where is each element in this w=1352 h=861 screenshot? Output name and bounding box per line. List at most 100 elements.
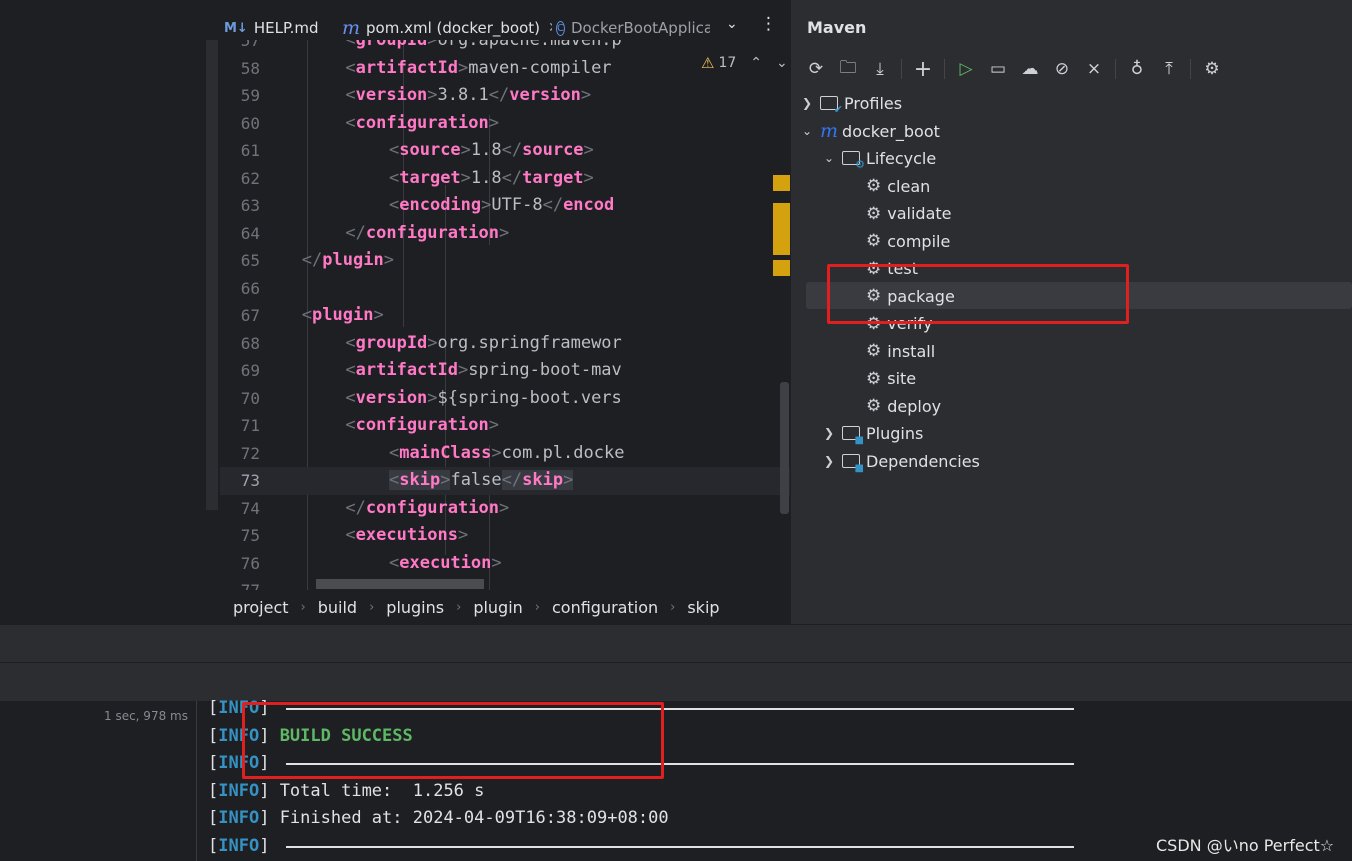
reload-icon[interactable]: ⟳ xyxy=(805,58,827,80)
line-number: 75 xyxy=(240,526,260,545)
breadcrumb-separator-icon: › xyxy=(534,599,540,615)
warning-count: 17 xyxy=(718,55,737,71)
line-number: 59 xyxy=(240,86,260,105)
reload-folder-icon[interactable]: 🗀 xyxy=(837,58,859,80)
tree-item-profiles[interactable]: ❯ Profiles xyxy=(800,90,903,117)
line-number: 63 xyxy=(240,196,260,215)
chevron-down-icon[interactable]: ⌄ xyxy=(800,124,814,138)
tab-label: DockerBootApplica xyxy=(570,19,710,37)
lifecycle-goal-site[interactable]: ⚙ site xyxy=(866,366,916,392)
code-line[interactable]: 71 <configuration> xyxy=(220,412,790,440)
code-line[interactable]: 74 </configuration> xyxy=(220,495,790,523)
tree-item-label: Dependencies xyxy=(866,451,980,471)
chevron-down-icon[interactable]: ⌄ xyxy=(726,16,738,32)
run-icon[interactable]: ▷ xyxy=(955,58,977,80)
lifecycle-goal-compile[interactable]: ⚙ compile xyxy=(866,228,950,254)
line-number: 68 xyxy=(240,333,260,353)
warning-marker[interactable] xyxy=(773,260,790,276)
code-line[interactable]: 64 </configuration> xyxy=(220,220,790,248)
console-divider xyxy=(196,701,197,861)
gear-icon: ⚙ xyxy=(866,176,882,196)
breadcrumb-item[interactable]: plugin xyxy=(469,598,526,617)
add-icon[interactable]: + xyxy=(912,57,934,82)
run-console[interactable]: 1 sec, 978 ms [INFO] [INFO] BUILD SUCCES… xyxy=(0,698,1352,861)
dependencies-folder-icon xyxy=(842,454,864,474)
toolbar-divider xyxy=(1115,59,1116,79)
code-text: <target>1.8</target> xyxy=(389,167,594,188)
lifecycle-folder-icon xyxy=(842,151,865,171)
breadcrumb-separator-icon: › xyxy=(300,599,306,615)
collapse-icon[interactable]: ⨯ xyxy=(1083,58,1105,80)
editor-horizontal-scrollbar[interactable] xyxy=(316,579,484,589)
code-line[interactable]: 63 <encoding>UTF-8</encod xyxy=(220,192,790,220)
lifecycle-goal-deploy[interactable]: ⚙ deploy xyxy=(866,393,941,419)
line-number: 61 xyxy=(240,141,260,160)
download-icon[interactable]: ⤓ xyxy=(869,58,891,80)
offline-icon[interactable]: ☁ xyxy=(1019,58,1041,80)
code-line[interactable]: 67 <plugin> xyxy=(220,302,790,330)
code-text: <source>1.8</source> xyxy=(389,140,594,160)
code-line[interactable]: 77 xyxy=(220,577,790,590)
lifecycle-goal-clean[interactable]: ⚙ clean xyxy=(866,173,930,199)
line-number: 67 xyxy=(240,306,260,325)
tree-item-label: docker_boot xyxy=(842,121,940,141)
chevron-right-icon[interactable]: ❯ xyxy=(800,96,814,110)
tree-item-plugins[interactable]: ❯ Plugins xyxy=(822,420,924,447)
next-highlight-icon[interactable]: ⌄ xyxy=(776,55,788,71)
code-line[interactable]: 76 <execution> xyxy=(220,550,790,578)
code-line[interactable]: 65 </plugin> xyxy=(220,247,790,275)
tab-label: pom.xml (docker_boot) xyxy=(366,19,540,37)
code-text: <version>${spring-boot.vers xyxy=(345,387,622,408)
code-text: <version>3.8.1</version> xyxy=(345,85,592,105)
lifecycle-goal-install[interactable]: ⚙ install xyxy=(866,338,935,364)
code-line[interactable]: 73 <skip>false</skip> xyxy=(220,467,790,495)
tree-item-lifecycle[interactable]: ⌄ Lifecycle xyxy=(822,145,936,172)
tree-item-label: Plugins xyxy=(866,423,924,443)
java-class-icon: C xyxy=(556,20,565,36)
breadcrumb-item[interactable]: skip xyxy=(683,598,723,617)
tree-item-dependencies[interactable]: ❯ Dependencies xyxy=(822,448,980,475)
chevron-down-icon[interactable]: ⌄ xyxy=(822,151,836,165)
inspection-widget[interactable]: ⚠ 17 ⌃ ⌄ xyxy=(697,54,788,72)
breadcrumb-item[interactable]: plugins xyxy=(382,598,448,617)
skip-tests-icon[interactable]: ⊘ xyxy=(1051,58,1073,80)
code-line[interactable]: 59 <version>3.8.1</version> xyxy=(220,82,790,110)
tree-item-label: deploy xyxy=(887,396,942,416)
editor-vertical-scrollbar[interactable] xyxy=(780,382,789,514)
breadcrumb-item[interactable]: project xyxy=(229,598,293,617)
more-vertical-icon[interactable]: ⋮ xyxy=(760,14,777,34)
code-line[interactable]: 70 <version>${spring-boot.vers xyxy=(220,385,790,413)
dependency-analyzer-icon[interactable]: ♁ xyxy=(1126,58,1148,80)
close-tab-icon[interactable]: ✕ xyxy=(548,20,552,36)
warning-marker[interactable] xyxy=(773,175,790,191)
tree-item-label: Profiles xyxy=(844,93,903,113)
code-line[interactable]: 60 <configuration> xyxy=(220,110,790,138)
line-number: 76 xyxy=(240,553,260,573)
toolbar-divider xyxy=(1190,59,1191,79)
execute-goal-icon[interactable]: ▭ xyxy=(987,58,1009,80)
chevron-right-icon[interactable]: ❯ xyxy=(822,454,836,468)
code-line[interactable]: 75 <executions> xyxy=(220,522,790,550)
code-line[interactable]: 61 <source>1.8</source> xyxy=(220,137,790,165)
lifecycle-goal-validate[interactable]: ⚙ validate xyxy=(866,201,952,227)
settings-icon[interactable]: ⚙ xyxy=(1201,58,1223,80)
status-bar xyxy=(0,624,1352,662)
breadcrumb-item[interactable]: build xyxy=(314,598,361,617)
warning-marker[interactable] xyxy=(773,203,790,255)
breadcrumb-separator-icon: › xyxy=(369,599,375,615)
previous-highlight-icon[interactable]: ⌃ xyxy=(750,55,762,71)
watermark: CSDN @いno Perfect☆ xyxy=(1156,836,1335,855)
code-line[interactable]: 68 <groupId>org.springframewor xyxy=(220,330,790,358)
code-text: <mainClass>com.pl.docke xyxy=(389,442,625,463)
code-line[interactable]: 57 <groupId>org.apache.maven.p xyxy=(220,40,790,55)
code-editor[interactable]: 57 <groupId>org.apache.maven.p 58 <artifact… xyxy=(220,40,790,590)
breadcrumb-item[interactable]: configuration xyxy=(548,598,662,617)
tree-item-project[interactable]: ⌄ m docker_boot xyxy=(800,118,940,144)
code-line[interactable]: 66 xyxy=(220,275,790,303)
console-line: [INFO] xyxy=(208,835,280,856)
chevron-right-icon[interactable]: ❯ xyxy=(822,426,836,440)
code-line[interactable]: 62 <target>1.8</target> xyxy=(220,165,790,193)
show-diagram-icon[interactable]: ⤒ xyxy=(1158,58,1180,80)
code-line[interactable]: 69 <artifactId>spring-boot-mav xyxy=(220,357,790,385)
code-line[interactable]: 72 <mainClass>com.pl.docke xyxy=(220,440,790,468)
